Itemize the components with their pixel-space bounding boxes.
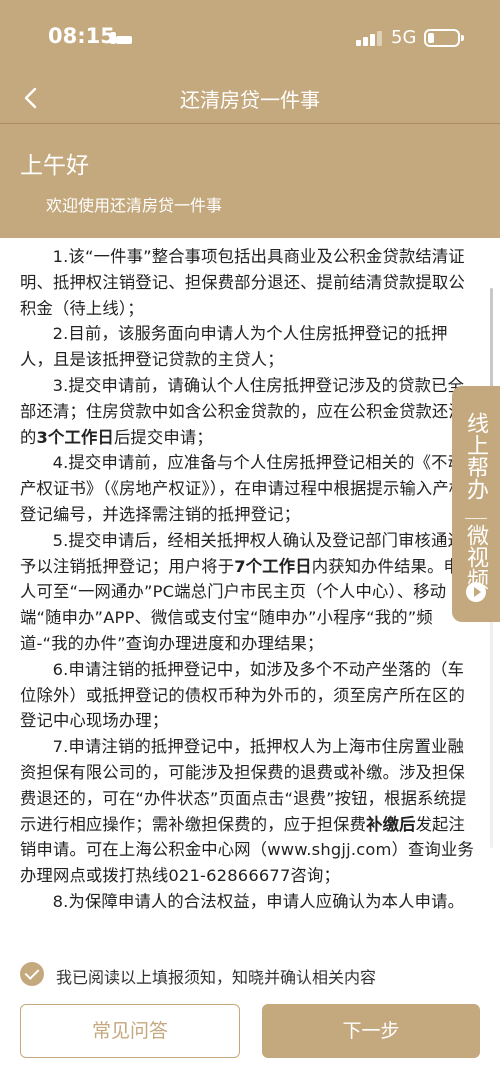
battery-icon — [424, 29, 464, 47]
greeting: 上午好 — [20, 153, 89, 179]
footer-bar: 我已阅读以上填报须知，知晓并确认相关内容 常见问答 下一步 — [0, 946, 500, 1070]
bed-icon — [110, 30, 132, 44]
notice-item-6: 6.申请注销的抵押登记中，如涉及多个不动产坐落的（车位除外）或抵押登记的债权币种… — [20, 659, 465, 731]
notice-item-2: 2.目前，该服务面向申请人为个人住房抵押登记的抵押人，且是该抵押登记贷款的主贷人… — [20, 324, 448, 370]
notice-item-3: 3.提交申请前，请确认个人住房抵押登记涉及的贷款已全部还清；住房贷款中如含公积金… — [20, 375, 465, 447]
nav-bar: 还清房贷一件事 — [0, 72, 500, 124]
page-title: 还清房贷一件事 — [180, 88, 320, 112]
faq-button[interactable]: 常见问答 — [20, 1004, 240, 1058]
notice-content[interactable]: 1.该“一件事”整合事项包括出具商业及公积金贷款结清证明、抵押权注销登记、担保费… — [20, 244, 480, 940]
welcome-text: 欢迎使用还清房贷一件事 — [46, 196, 223, 215]
status-time: 08:15 — [48, 24, 115, 48]
status-bar: 08:15 5G — [0, 0, 500, 72]
next-step-button[interactable]: 下一步 — [262, 1004, 480, 1058]
online-help-float-button[interactable]: 线上帮办 微视频 — [452, 386, 500, 622]
agree-checkbox[interactable] — [20, 962, 44, 986]
agree-label: 我已阅读以上填报须知，知晓并确认相关内容 — [56, 968, 377, 987]
notice-item-7: 7.申请注销的抵押登记中，抵押权人为上海市住房置业融资担保有限公司的，可能涉及担… — [20, 737, 474, 886]
micro-video-label: 微视频 — [463, 524, 488, 590]
notice-item-5: 5.提交申请后，经相关抵押权人确认及登记部门审核通过予以注销抵押登记；用户将于7… — [20, 530, 477, 653]
notice-item-1: 1.该“一件事”整合事项包括出具商业及公积金贷款结清证明、抵押权注销登记、担保费… — [20, 247, 465, 318]
signal-icon — [356, 30, 384, 46]
notice-item-8: 8.为保障申请人的合法权益，申请人应确认为本人申请。 — [52, 891, 465, 911]
notice-item-4: 4.提交申请前，应准备与个人住房抵押登记相关的《不动产权证书》（《房地产权证》）… — [20, 453, 466, 524]
online-help-label: 线上帮办 — [463, 412, 488, 500]
network-label: 5G — [391, 27, 417, 48]
play-icon — [466, 582, 486, 602]
float-divider — [465, 518, 487, 519]
